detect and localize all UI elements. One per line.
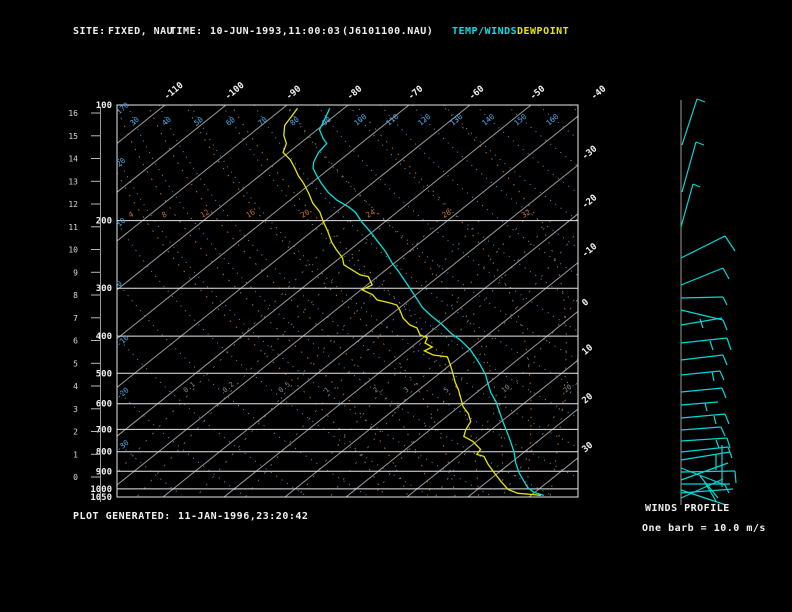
svg-text:1: 1 — [73, 450, 78, 459]
skewt-screen: SITE: FIXED, NAU TIME: 10-JUN-1993,11:00… — [0, 0, 792, 612]
svg-text:0: 0 — [115, 278, 125, 288]
svg-text:150: 150 — [512, 112, 529, 128]
svg-text:700: 700 — [96, 425, 112, 435]
svg-text:-100: -100 — [224, 81, 247, 103]
moist-adiabats — [88, 102, 567, 499]
svg-text:0.5: 0.5 — [277, 380, 292, 394]
svg-text:1: 1 — [323, 386, 331, 395]
winds-barb-legend: One barb = 10.0 m/s — [642, 523, 766, 534]
svg-text:7: 7 — [73, 314, 78, 323]
svg-text:900: 900 — [96, 467, 112, 477]
svg-text:-30: -30 — [581, 144, 600, 162]
svg-text:140: 140 — [480, 112, 497, 128]
svg-text:24: 24 — [364, 207, 377, 220]
svg-text:3: 3 — [73, 405, 78, 414]
svg-text:40: 40 — [160, 115, 173, 128]
svg-text:-90: -90 — [285, 84, 304, 102]
svg-text:10: 10 — [581, 343, 596, 358]
svg-text:20: 20 — [299, 207, 312, 220]
sounding-curves — [283, 108, 544, 495]
svg-text:100: 100 — [352, 112, 369, 128]
svg-text:130: 130 — [448, 112, 465, 128]
svg-text:20: 20 — [115, 156, 128, 169]
svg-text:10: 10 — [115, 216, 128, 229]
svg-text:70: 70 — [256, 115, 269, 128]
dewpoint-curve — [283, 108, 541, 495]
svg-text:10: 10 — [500, 383, 512, 395]
height-axis: 012345678910111213141516 — [68, 108, 100, 502]
svg-text:160: 160 — [544, 112, 561, 128]
svg-text:600: 600 — [96, 400, 112, 410]
svg-text:15: 15 — [68, 132, 78, 141]
svg-text:3: 3 — [402, 386, 410, 395]
svg-text:20: 20 — [581, 392, 596, 407]
svg-text:5: 5 — [73, 359, 78, 368]
svg-text:11: 11 — [68, 223, 78, 232]
svg-text:12: 12 — [68, 200, 78, 209]
svg-text:100: 100 — [96, 101, 112, 111]
svg-text:120: 120 — [416, 112, 433, 128]
svg-text:0.2: 0.2 — [221, 380, 236, 394]
svg-text:9: 9 — [73, 268, 78, 277]
svg-text:-20: -20 — [581, 193, 600, 211]
svg-text:80: 80 — [288, 115, 301, 128]
svg-text:0: 0 — [581, 298, 592, 309]
mixing-ratio-lines — [95, 221, 693, 497]
svg-text:200: 200 — [96, 217, 112, 227]
svg-text:2: 2 — [372, 386, 380, 395]
svg-text:32: 32 — [520, 207, 532, 219]
svg-text:8: 8 — [160, 209, 169, 219]
svg-text:2: 2 — [73, 428, 78, 437]
winds-profile-title: WINDS PROFILE — [645, 503, 730, 514]
svg-text:1050: 1050 — [90, 493, 112, 503]
svg-text:12: 12 — [199, 207, 211, 219]
svg-text:-60: -60 — [468, 84, 487, 102]
svg-text:8: 8 — [73, 291, 78, 300]
svg-text:5: 5 — [442, 386, 450, 395]
svg-text:800: 800 — [96, 448, 112, 458]
svg-text:50: 50 — [192, 115, 205, 128]
svg-text:-110: -110 — [163, 81, 186, 103]
svg-text:500: 500 — [96, 369, 112, 379]
temperature-curve — [313, 108, 544, 495]
svg-text:13: 13 — [68, 177, 78, 186]
svg-text:-80: -80 — [346, 84, 365, 102]
svg-text:-70: -70 — [407, 84, 426, 102]
plot-generated-value: 11-JAN-1996,23:20:42 — [178, 511, 308, 522]
svg-text:60: 60 — [224, 115, 237, 128]
svg-text:300: 300 — [96, 284, 112, 294]
svg-text:6: 6 — [73, 337, 78, 346]
svg-text:-40: -40 — [590, 84, 609, 102]
svg-text:10: 10 — [68, 246, 78, 255]
svg-text:-10: -10 — [581, 242, 600, 260]
svg-text:0: 0 — [73, 473, 78, 482]
svg-text:4: 4 — [127, 209, 136, 219]
svg-text:16: 16 — [244, 207, 257, 220]
svg-text:16: 16 — [68, 109, 78, 118]
svg-text:-50: -50 — [529, 84, 548, 102]
svg-text:4: 4 — [73, 382, 78, 391]
plot-generated-label: PLOT GENERATED: — [73, 511, 171, 522]
svg-text:14: 14 — [68, 155, 78, 164]
wind-barbs-panel — [681, 99, 736, 505]
svg-text:30: 30 — [581, 440, 596, 455]
